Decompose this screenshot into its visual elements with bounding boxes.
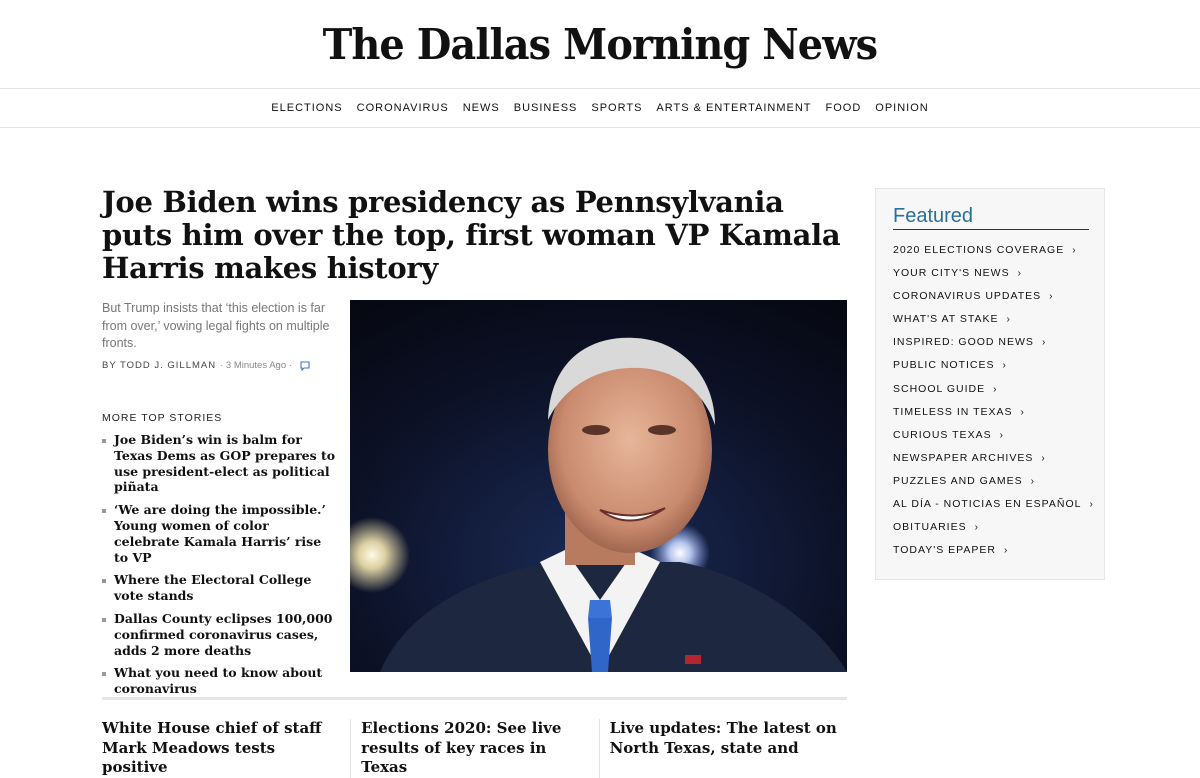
nav-item-arts-entertainment[interactable]: ARTS & ENTERTAINMENT: [656, 102, 811, 114]
featured-link[interactable]: SCHOOL GUIDE ›: [893, 378, 1094, 401]
chevron-right-icon: ›: [1072, 245, 1077, 256]
comment-icon[interactable]: [300, 360, 310, 371]
featured-link[interactable]: YOUR CITY'S NEWS ›: [893, 262, 1094, 285]
bottom-stories: White House chief of staff Mark Meadows …: [102, 719, 847, 778]
nav-item-news[interactable]: NEWS: [463, 102, 500, 114]
featured-link[interactable]: INSPIRED: GOOD NEWS ›: [893, 331, 1094, 354]
nav-item-coronavirus[interactable]: CORONAVIRUS: [357, 102, 449, 114]
featured-link-label: PUBLIC NOTICES: [893, 359, 995, 372]
featured-link-label: OBITUARIES: [893, 521, 967, 534]
list-item[interactable]: Dallas County eclipses 100,000 confirmed…: [102, 611, 337, 658]
masthead: The Dallas Morning News: [0, 0, 1200, 88]
lead-dek: But Trump insists that ‘this election is…: [102, 301, 330, 350]
list-item[interactable]: ‘We are doing the impossible.’ Young wom…: [102, 502, 337, 565]
chevron-right-icon: ›: [1002, 360, 1007, 372]
chevron-right-icon: ›: [1089, 499, 1094, 511]
list-item[interactable]: Where the Electoral College vote stands: [102, 572, 337, 604]
chevron-right-icon: ›: [999, 429, 1004, 441]
featured-title: Featured: [893, 205, 1089, 230]
byline: BY TODD J. GILLMAN · 3 Minutes Ago ·: [102, 360, 310, 371]
chevron-right-icon: ›: [1041, 452, 1046, 464]
featured-link-label: SCHOOL GUIDE: [893, 382, 986, 395]
more-top-stories-label: MORE TOP STORIES: [102, 412, 223, 424]
featured-link[interactable]: OBITUARIES ›: [893, 516, 1094, 539]
featured-link-label: AL DÍA - NOTICIAS EN ESPAÑOL: [893, 498, 1082, 511]
featured-list: 2020 ELECTIONS COVERAGE › YOUR CITY'S NEW…: [893, 239, 1094, 562]
lead-photo-illustration: [350, 300, 847, 672]
featured-link[interactable]: 2020 ELECTIONS COVERAGE ›: [893, 239, 1094, 262]
list-item[interactable]: What you need to know about coronavirus: [102, 665, 337, 697]
featured-link-label: CORONAVIRUS UPDATES: [893, 290, 1042, 303]
chevron-right-icon: ›: [1030, 475, 1035, 487]
featured-link[interactable]: NEWSPAPER ARCHIVES ›: [893, 447, 1094, 470]
nav-item-opinion[interactable]: OPINION: [875, 102, 928, 114]
site-logo[interactable]: The Dallas Morning News: [323, 20, 878, 69]
chevron-right-icon: ›: [993, 383, 998, 395]
featured-link[interactable]: CURIOUS TEXAS ›: [893, 424, 1094, 447]
featured-link[interactable]: TIMELESS IN TEXAS ›: [893, 401, 1094, 424]
featured-link[interactable]: PUBLIC NOTICES ›: [893, 354, 1094, 377]
featured-link[interactable]: WHAT'S AT STAKE ›: [893, 308, 1094, 331]
chevron-right-icon: ›: [1003, 545, 1009, 557]
story-card-title[interactable]: Live updates: The latest on North Texas,…: [598, 719, 847, 778]
featured-panel: Featured 2020 ELECTIONS COVERAGE › YOUR C…: [875, 188, 1105, 580]
byline-author[interactable]: BY TODD J. GILLMAN: [102, 360, 216, 371]
story-card-title[interactable]: White House chief of staff Mark Meadows …: [102, 719, 350, 778]
featured-link[interactable]: AL DÍA - NOTICIAS EN ESPAÑOL ›: [893, 493, 1094, 516]
more-top-stories-list: Joe Biden’s win is balm for Texas Dems a…: [102, 432, 337, 704]
nav-item-sports[interactable]: SPORTS: [591, 102, 642, 114]
nav-item-food[interactable]: FOOD: [825, 102, 861, 114]
featured-link-label: PUZZLES AND GAMES: [893, 474, 1023, 487]
byline-time: · 3 Minutes Ago ·: [220, 360, 292, 371]
featured-link[interactable]: TODAY'S EPAPER ›: [893, 539, 1094, 562]
primary-nav: ELECTIONS CORONAVIRUS NEWS BUSINESS SPOR…: [0, 88, 1200, 128]
featured-link-label: 2020 ELECTIONS COVERAGE: [893, 244, 1065, 256]
featured-link-label: YOUR CITY'S NEWS: [893, 267, 1010, 280]
chevron-right-icon: ›: [1020, 406, 1025, 418]
featured-link-label: CURIOUS TEXAS: [893, 428, 992, 441]
chevron-right-icon: ›: [1017, 268, 1022, 280]
chevron-right-icon: ›: [1049, 291, 1054, 303]
featured-link[interactable]: PUZZLES AND GAMES ›: [893, 470, 1094, 493]
featured-link-label: TODAY'S EPAPER: [893, 544, 996, 557]
list-item[interactable]: Joe Biden’s win is balm for Texas Dems a…: [102, 432, 337, 495]
nav-item-elections[interactable]: ELECTIONS: [271, 102, 342, 114]
chevron-right-icon: ›: [974, 522, 979, 534]
featured-link-label: TIMELESS IN TEXAS: [893, 405, 1013, 418]
section-divider: [102, 697, 847, 700]
featured-link[interactable]: CORONAVIRUS UPDATES ›: [893, 285, 1094, 308]
lead-photo[interactable]: [350, 300, 847, 672]
story-card-title[interactable]: Elections 2020: See live results of key …: [350, 719, 598, 778]
featured-link-label: WHAT'S AT STAKE: [893, 313, 999, 326]
chevron-right-icon: ›: [1006, 314, 1011, 326]
lead-headline[interactable]: Joe Biden wins presidency as Pennsylvani…: [102, 186, 842, 285]
chevron-right-icon: ›: [1041, 337, 1047, 349]
nav-item-business[interactable]: BUSINESS: [514, 102, 578, 114]
featured-link-label: INSPIRED: GOOD NEWS: [893, 336, 1034, 349]
featured-link-label: NEWSPAPER ARCHIVES: [893, 451, 1034, 464]
